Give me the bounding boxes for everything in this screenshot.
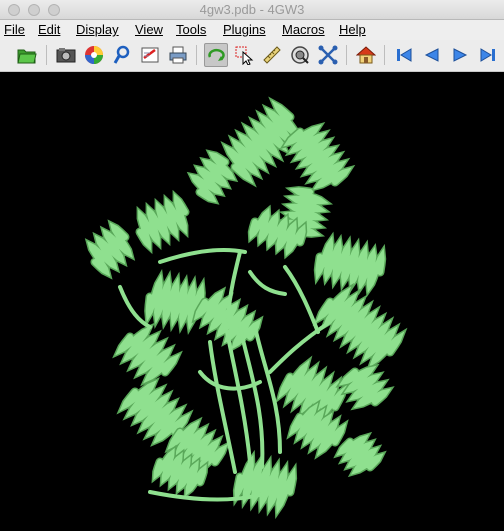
- strand-ribbon: [253, 325, 282, 454]
- helix-ribbon: [288, 402, 347, 457]
- toolbar-separator: [46, 45, 47, 65]
- first-frame-icon[interactable]: [392, 43, 416, 67]
- title-bar: 4gw3.pdb - 4GW3: [0, 0, 504, 20]
- helix-ribbon: [283, 124, 352, 190]
- print-icon[interactable]: [166, 43, 190, 67]
- toolbar-separator: [196, 45, 197, 65]
- molecule-viewer[interactable]: [0, 72, 504, 531]
- toolbar-separator: [384, 45, 385, 65]
- rotate-icon[interactable]: [204, 43, 228, 67]
- window-title: 4gw3.pdb - 4GW3: [199, 2, 305, 17]
- camera-icon[interactable]: [54, 43, 78, 67]
- zoom-icon[interactable]: [288, 43, 312, 67]
- strand-ribbon: [158, 248, 247, 264]
- strand-ribbon: [248, 270, 287, 296]
- toolbar-separator: [346, 45, 347, 65]
- menu-macros[interactable]: Macros: [282, 22, 325, 37]
- helix-ribbon: [338, 365, 392, 409]
- select-pointer-icon[interactable]: [232, 43, 256, 67]
- menu-plugins[interactable]: Plugins: [223, 22, 266, 37]
- color-wheel-icon[interactable]: [82, 43, 106, 67]
- last-frame-icon[interactable]: [476, 43, 500, 67]
- previous-frame-icon[interactable]: [420, 43, 444, 67]
- next-frame-icon[interactable]: [448, 43, 472, 67]
- menu-bar: File Edit Display View Tools Plugins Mac…: [0, 20, 504, 40]
- preferences-icon[interactable]: [138, 43, 162, 67]
- strand-ribbon: [268, 320, 332, 374]
- toolbar: [0, 40, 504, 72]
- menu-file[interactable]: File: [4, 22, 25, 37]
- magnifier-icon[interactable]: [110, 43, 134, 67]
- helix-ribbon: [315, 286, 405, 368]
- ruler-icon[interactable]: [260, 43, 284, 67]
- menu-tools[interactable]: Tools: [176, 22, 206, 37]
- menu-view[interactable]: View: [135, 22, 163, 37]
- menu-help[interactable]: Help: [339, 22, 366, 37]
- home-icon[interactable]: [354, 43, 378, 67]
- open-folder-icon[interactable]: [15, 43, 39, 67]
- menu-display[interactable]: Display: [76, 22, 119, 37]
- pick-atoms-icon[interactable]: [316, 43, 340, 67]
- menu-edit[interactable]: Edit: [38, 22, 60, 37]
- strand-ribbon: [283, 265, 320, 334]
- protein-ribbon-render: [84, 96, 408, 520]
